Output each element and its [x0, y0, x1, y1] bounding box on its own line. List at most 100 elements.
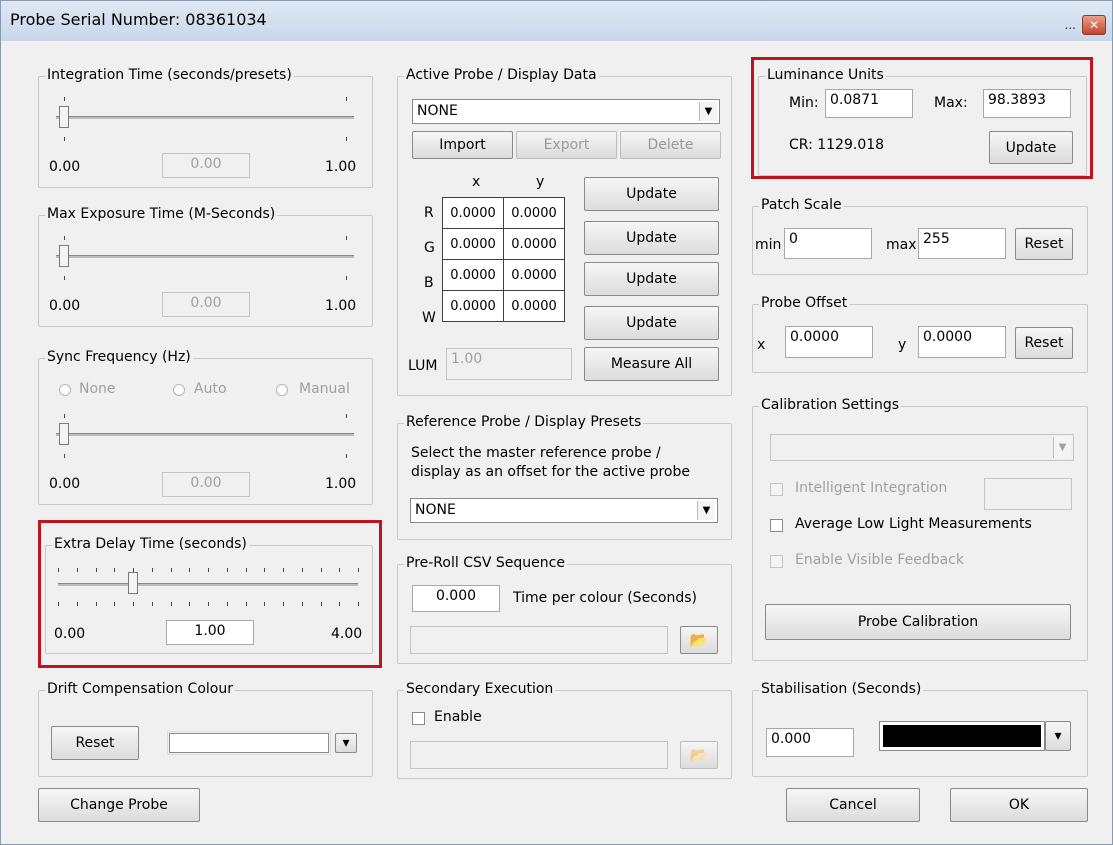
- delete-button[interactable]: Delete: [620, 131, 721, 159]
- chevron-down-icon: ▾: [342, 735, 350, 751]
- preroll-time-input[interactable]: 0.000: [412, 585, 500, 612]
- calibration-settings-legend: Calibration Settings: [759, 397, 902, 413]
- preroll-open-button[interactable]: 📂: [680, 626, 718, 654]
- preroll-group: Pre-Roll CSV Sequence 0.000 Time per col…: [397, 555, 732, 664]
- folder-open-icon: 📂: [689, 631, 709, 649]
- secondary-enable-checkbox[interactable]: [412, 712, 425, 725]
- row-g-label: G: [424, 240, 435, 256]
- patch-reset-button[interactable]: Reset: [1015, 228, 1073, 260]
- update-w-button[interactable]: Update: [584, 306, 719, 340]
- import-button[interactable]: Import: [412, 131, 513, 159]
- close-button[interactable]: ✕: [1082, 15, 1106, 35]
- stabilisation-group: Stabilisation (Seconds) 0.000 ▾: [752, 681, 1088, 777]
- probe-dialog: Probe Serial Number: 08361034 ... ✕ Inte…: [0, 0, 1113, 845]
- integration-time-slider[interactable]: [56, 116, 354, 119]
- probe-offset-legend: Probe Offset: [759, 295, 850, 311]
- stabilisation-input[interactable]: 0.000: [766, 728, 854, 757]
- table-row: 0.0000 0.0000: [442, 228, 565, 260]
- calibration-select[interactable]: ▼: [770, 434, 1074, 461]
- offset-x-label: x: [757, 337, 766, 353]
- sync-frequency-max: 1.00: [325, 476, 357, 492]
- integration-time-min: 0.00: [49, 159, 81, 175]
- chevron-down-icon: ▼: [697, 501, 715, 520]
- cancel-button[interactable]: Cancel: [786, 788, 920, 822]
- drift-colour-swatch[interactable]: [167, 731, 331, 755]
- secondary-execution-legend: Secondary Execution: [404, 681, 556, 697]
- title-bar[interactable]: Probe Serial Number: 08361034 ... ✕: [1, 1, 1112, 41]
- extra-delay-highlight: [38, 520, 382, 668]
- g-y-cell[interactable]: 0.0000: [503, 228, 565, 260]
- patch-max-label: max: [886, 237, 917, 253]
- update-g-button[interactable]: Update: [584, 221, 719, 255]
- change-probe-button[interactable]: Change Probe: [38, 788, 200, 822]
- drift-compensation-legend: Drift Compensation Colour: [45, 681, 235, 697]
- visible-feedback-checkbox[interactable]: [770, 555, 783, 568]
- reference-description-line1: Select the master reference probe /: [411, 445, 661, 461]
- reference-probe-legend: Reference Probe / Display Presets: [404, 414, 644, 430]
- average-low-light-checkbox[interactable]: [770, 519, 783, 532]
- w-y-cell[interactable]: 0.0000: [503, 290, 565, 322]
- active-probe-select[interactable]: NONE ▼: [412, 99, 720, 124]
- patch-min-input[interactable]: 0: [784, 228, 872, 259]
- offset-y-input[interactable]: 0.0000: [918, 326, 1006, 358]
- max-exposure-group: Max Exposure Time (M-Seconds) 0.00 0.00 …: [38, 206, 373, 327]
- stabilisation-legend: Stabilisation (Seconds): [759, 681, 924, 697]
- probe-calibration-button[interactable]: Probe Calibration: [765, 604, 1071, 640]
- integration-time-legend: Integration Time (seconds/presets): [45, 67, 294, 83]
- sync-frequency-group: Sync Frequency (Hz) None Auto Manual 0.0…: [38, 349, 373, 505]
- title-ellipsis: ...: [1064, 18, 1076, 32]
- chevron-down-icon: ▼: [1053, 437, 1071, 458]
- stabilisation-dropdown-button[interactable]: ▾: [1045, 721, 1071, 751]
- intelligent-integration-label: Intelligent Integration: [795, 480, 948, 496]
- max-exposure-slider[interactable]: [56, 255, 354, 258]
- sync-manual-radio[interactable]: [276, 384, 288, 396]
- secondary-open-button[interactable]: 📂: [680, 741, 718, 769]
- calibration-settings-group: Calibration Settings ▼ Intelligent Integ…: [752, 397, 1088, 661]
- sync-none-label: None: [79, 381, 116, 397]
- preroll-legend: Pre-Roll CSV Sequence: [404, 555, 567, 571]
- export-button[interactable]: Export: [516, 131, 617, 159]
- integration-time-value: 0.00: [162, 153, 250, 178]
- chevron-down-icon: ▾: [1054, 728, 1062, 744]
- reference-description-line2: display as an offset for the active prob…: [411, 464, 690, 480]
- sync-frequency-legend: Sync Frequency (Hz): [45, 349, 193, 365]
- drift-colour-dropdown-button[interactable]: ▾: [335, 733, 357, 753]
- preroll-time-label: Time per colour (Seconds): [513, 590, 697, 606]
- active-probe-legend: Active Probe / Display Data: [404, 67, 599, 83]
- max-exposure-legend: Max Exposure Time (M-Seconds): [45, 206, 278, 222]
- reference-probe-selected: NONE: [415, 502, 456, 518]
- col-x-header: x: [472, 174, 481, 190]
- patch-scale-group: Patch Scale min 0 max 255 Reset: [752, 197, 1088, 275]
- g-x-cell[interactable]: 0.0000: [442, 228, 504, 260]
- sync-auto-radio[interactable]: [173, 384, 185, 396]
- r-y-cell[interactable]: 0.0000: [503, 197, 565, 229]
- integration-time-group: Integration Time (seconds/presets) 0.00 …: [38, 67, 373, 188]
- secondary-file-path: [410, 741, 668, 769]
- integration-time-slider-thumb[interactable]: [59, 106, 69, 128]
- update-r-button[interactable]: Update: [584, 177, 719, 211]
- chevron-down-icon: ▼: [699, 102, 717, 121]
- measure-all-button[interactable]: Measure All: [584, 347, 719, 381]
- reference-probe-select[interactable]: NONE ▼: [410, 498, 718, 523]
- stabilisation-colour-swatch[interactable]: [879, 721, 1045, 751]
- b-y-cell[interactable]: 0.0000: [503, 259, 565, 291]
- offset-y-label: y: [898, 337, 907, 353]
- max-exposure-min: 0.00: [49, 298, 81, 314]
- r-x-cell[interactable]: 0.0000: [442, 197, 504, 229]
- sync-frequency-slider[interactable]: [56, 433, 354, 436]
- offset-x-input[interactable]: 0.0000: [785, 326, 873, 358]
- offset-reset-button[interactable]: Reset: [1015, 327, 1073, 359]
- update-b-button[interactable]: Update: [584, 262, 719, 296]
- b-x-cell[interactable]: 0.0000: [442, 259, 504, 291]
- sync-frequency-slider-thumb[interactable]: [59, 423, 69, 445]
- w-x-cell[interactable]: 0.0000: [442, 290, 504, 322]
- patch-max-input[interactable]: 255: [918, 228, 1006, 259]
- ok-button[interactable]: OK: [950, 788, 1088, 822]
- intelligent-integration-checkbox[interactable]: [770, 483, 783, 496]
- drift-reset-button[interactable]: Reset: [51, 726, 139, 760]
- folder-open-icon: 📂: [689, 746, 709, 764]
- visible-feedback-label: Enable Visible Feedback: [795, 552, 964, 568]
- intelligent-integration-input: [984, 478, 1072, 510]
- max-exposure-slider-thumb[interactable]: [59, 245, 69, 267]
- sync-none-radio[interactable]: [59, 384, 71, 396]
